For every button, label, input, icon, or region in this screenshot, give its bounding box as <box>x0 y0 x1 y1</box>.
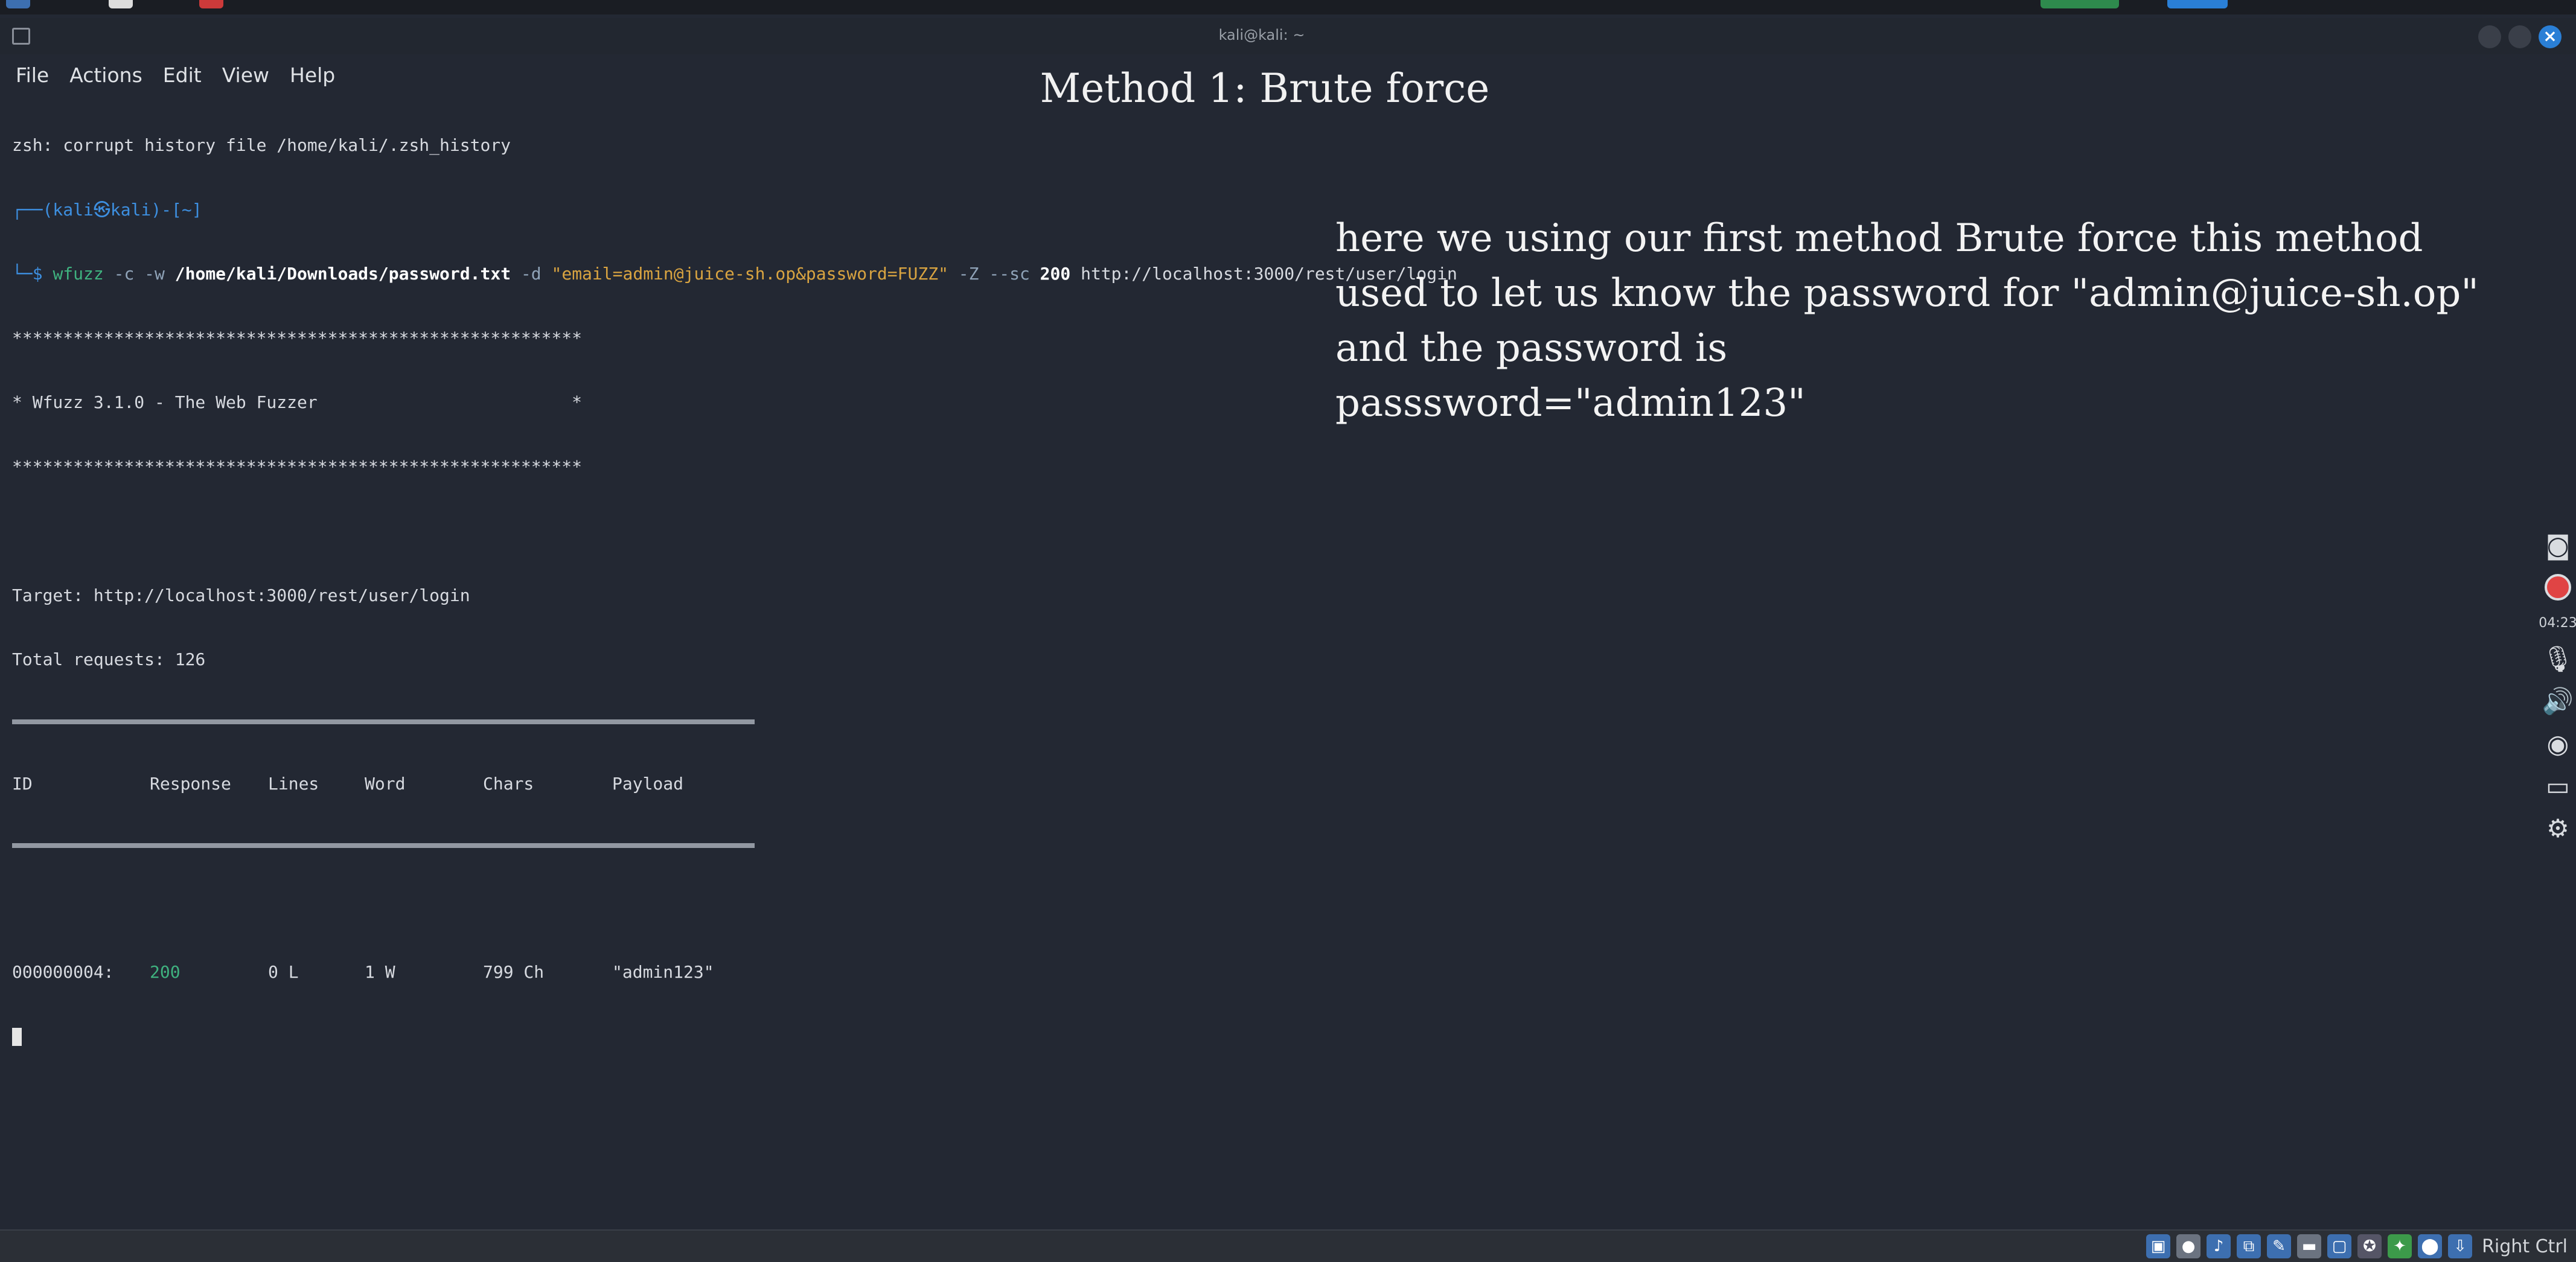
close-icon: × <box>2543 26 2557 46</box>
vm-audio-icon[interactable]: ♪ <box>2207 1234 2231 1258</box>
webcam-icon[interactable]: ◉ <box>2542 729 2574 759</box>
vm-usb-icon[interactable]: ✎ <box>2267 1234 2292 1258</box>
recorder-toolbar: ◙ 04:23 🎙 🔊 ◉ ▭ ⚙ <box>2539 531 2576 843</box>
header-payload: Payload <box>612 773 684 794</box>
result-payload: "admin123" <box>612 961 714 982</box>
banner-rule: ****************************************… <box>12 328 583 348</box>
maximize-button[interactable] <box>2508 25 2531 48</box>
host-taskbar-item[interactable] <box>2041 0 2119 8</box>
vm-status-tray: ▣ ● ♪ ⧉ ✎ ▬ ▢ ✪ ✦ ⬤ ⇩ Right Ctrl <box>2146 1234 2568 1258</box>
table-rule <box>12 719 755 724</box>
command-post-data: "email=admin@juice-sh.op&password=FUZZ" <box>551 264 948 284</box>
vm-display-icon[interactable]: ▢ <box>2327 1234 2352 1258</box>
command-line: └─$ wfuzz -c -w /home/kali/Downloads/pas… <box>12 263 1457 285</box>
command-option: -c -w <box>103 264 175 284</box>
record-icon <box>2545 574 2571 601</box>
header-lines: Lines <box>268 773 319 794</box>
window-title: kali@kali: ~ <box>1218 27 1305 43</box>
record-button[interactable] <box>2542 573 2574 601</box>
command-wordlist-path: /home/kali/Downloads/password.txt <box>174 264 511 284</box>
host-key-label: Right Ctrl <box>2482 1235 2568 1257</box>
command-option: -Z --sc <box>948 264 1040 284</box>
screenshot-icon[interactable]: ◙ <box>2542 531 2574 560</box>
result-response: 200 <box>150 961 181 982</box>
history-error-line: zsh: corrupt history file /home/kali/.zs… <box>12 135 511 155</box>
terminal-cursor <box>12 1028 22 1046</box>
vm-shared-folder-icon[interactable]: ▬ <box>2297 1234 2322 1258</box>
command-option: -d <box>511 264 552 284</box>
vm-keyboard-icon[interactable]: ⇩ <box>2448 1234 2473 1258</box>
window-capture-icon[interactable]: ▭ <box>2542 771 2574 801</box>
record-timer: 04:23 <box>2539 616 2576 631</box>
result-word: 1 W <box>365 961 395 982</box>
vm-network-icon[interactable]: ⧉ <box>2237 1234 2261 1258</box>
prompt-line: ┌──(kali㉿kali)-[~] <box>12 199 202 220</box>
host-taskbar-item[interactable] <box>6 0 30 8</box>
table-rule <box>12 843 755 848</box>
vm-status-bar: ▣ ● ♪ ⧉ ✎ ▬ ▢ ✪ ✦ ⬤ ⇩ Right Ctrl <box>0 1229 2576 1262</box>
overlay-line: here we using our first method Brute for… <box>1335 216 2423 261</box>
host-taskbar-item[interactable] <box>2167 0 2228 8</box>
terminal-output[interactable]: zsh: corrupt history file /home/kali/.zs… <box>12 92 1457 1068</box>
header-word: Word <box>365 773 406 794</box>
overlay-title: Method 1: Brute force <box>1040 65 1490 112</box>
host-top-bar <box>0 0 2576 14</box>
header-chars: Chars <box>483 773 534 794</box>
terminal-titlebar[interactable]: kali@kali: ~ × <box>0 18 2576 54</box>
minimize-button[interactable] <box>2478 25 2501 48</box>
banner-text: * Wfuzz 3.1.0 - The Web Fuzzer * <box>12 392 583 412</box>
result-row: 000000004: 200 0 L 1 W 799 Ch "admin123" <box>12 961 1401 983</box>
close-button[interactable]: × <box>2539 25 2562 48</box>
settings-gear-icon[interactable]: ⚙ <box>2542 814 2574 843</box>
vm-recording-icon[interactable]: ✪ <box>2357 1234 2382 1258</box>
total-requests-line: Total requests: 126 <box>12 649 206 669</box>
banner-rule: ****************************************… <box>12 456 583 477</box>
overlay-line: used to let us know the password for "ad… <box>1335 271 2479 316</box>
overlay-explanation: here we using our first method Brute for… <box>1335 211 2482 431</box>
vm-storage-icon[interactable]: ▣ <box>2146 1234 2171 1258</box>
vm-cpu-icon[interactable]: ✦ <box>2388 1234 2412 1258</box>
results-header: ID Response Lines Word Chars Payload <box>12 773 1401 795</box>
vm-mouse-integration-icon[interactable]: ⬤ <box>2418 1234 2443 1258</box>
command-status-code: 200 <box>1040 264 1071 284</box>
overlay-line: and the password is <box>1335 326 1728 371</box>
microphone-icon[interactable]: 🎙 <box>2542 644 2574 674</box>
host-taskbar-item[interactable] <box>109 0 133 8</box>
overlay-line: passsword="admin123" <box>1335 381 1806 425</box>
header-response: Response <box>150 773 231 794</box>
vm-optical-icon[interactable]: ● <box>2176 1234 2201 1258</box>
speaker-icon[interactable]: 🔊 <box>2542 686 2574 716</box>
host-taskbar-item[interactable] <box>199 0 223 8</box>
cursor-line <box>12 1025 1401 1047</box>
header-id: ID <box>12 773 33 794</box>
result-lines: 0 L <box>268 961 299 982</box>
target-line: Target: http://localhost:3000/rest/user/… <box>12 585 470 605</box>
result-chars: 799 Ch <box>483 961 545 982</box>
result-id: 000000004: <box>12 961 114 982</box>
prompt-symbol: └─$ <box>12 264 53 284</box>
command-name: wfuzz <box>53 264 104 284</box>
